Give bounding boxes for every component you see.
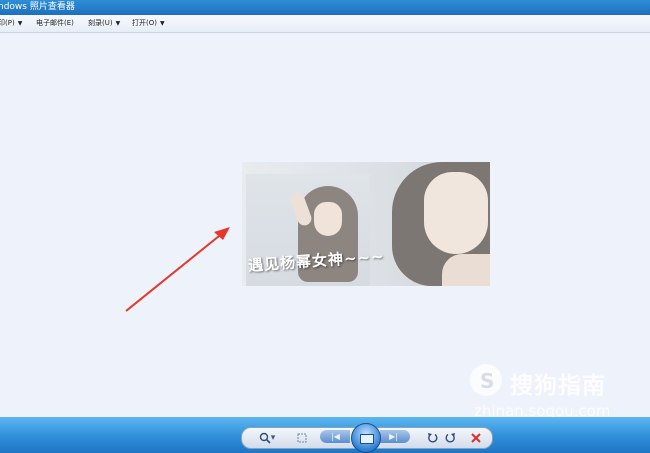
watermark: S 搜狗指南 zhinan.sogou.com xyxy=(470,362,640,422)
menu-bar: 印(P) ▼ 电子邮件(E) 刻录(U) ▼ 打开(O) ▼ xyxy=(0,15,650,33)
previous-button[interactable]: |◀ xyxy=(320,430,350,443)
chevron-down-icon: ▼ xyxy=(115,20,121,27)
rotate-counterclockwise-button[interactable] xyxy=(424,430,440,446)
displayed-photo: 遇见杨幂女神~~~ xyxy=(242,162,490,286)
chevron-down-icon: ▼ xyxy=(159,20,165,27)
zoom-button[interactable]: ▾ xyxy=(256,430,278,446)
menu-email[interactable]: 电子邮件(E) xyxy=(36,15,74,32)
watermark-brand: 搜狗指南 xyxy=(510,373,606,399)
rotate-clockwise-icon xyxy=(445,433,455,443)
previous-icon: |◀ xyxy=(331,432,340,441)
menu-email-label: 电子邮件(E) xyxy=(36,19,74,27)
menu-burn[interactable]: 刻录(U) ▼ xyxy=(88,15,120,32)
sogou-logo-icon: S xyxy=(470,364,502,396)
magnifier-icon xyxy=(259,432,271,444)
chevron-down-icon: ▼ xyxy=(17,20,23,27)
menu-print[interactable]: 印(P) ▼ xyxy=(0,15,22,32)
next-icon: ▶| xyxy=(389,432,398,441)
actual-size-button[interactable] xyxy=(294,430,310,446)
slideshow-icon xyxy=(360,434,374,444)
delete-icon xyxy=(471,432,481,443)
title-bar: ndows 照片查看器 xyxy=(0,0,650,15)
window-title: ndows 照片查看器 xyxy=(0,2,75,12)
red-arrow-annotation xyxy=(125,227,230,312)
rotate-clockwise-button[interactable] xyxy=(442,430,458,446)
delete-button[interactable] xyxy=(468,430,484,446)
next-button[interactable]: ▶| xyxy=(380,430,410,443)
rotate-counterclockwise-icon xyxy=(427,433,437,443)
menu-open[interactable]: 打开(O) ▼ xyxy=(132,15,165,32)
zoom-caret: ▾ xyxy=(270,433,276,443)
slideshow-button[interactable] xyxy=(351,423,381,453)
menu-print-label: 印(P) xyxy=(0,19,15,27)
actual-size-icon xyxy=(297,433,307,442)
menu-burn-label: 刻录(U) xyxy=(88,19,113,27)
menu-open-label: 打开(O) xyxy=(132,19,157,27)
